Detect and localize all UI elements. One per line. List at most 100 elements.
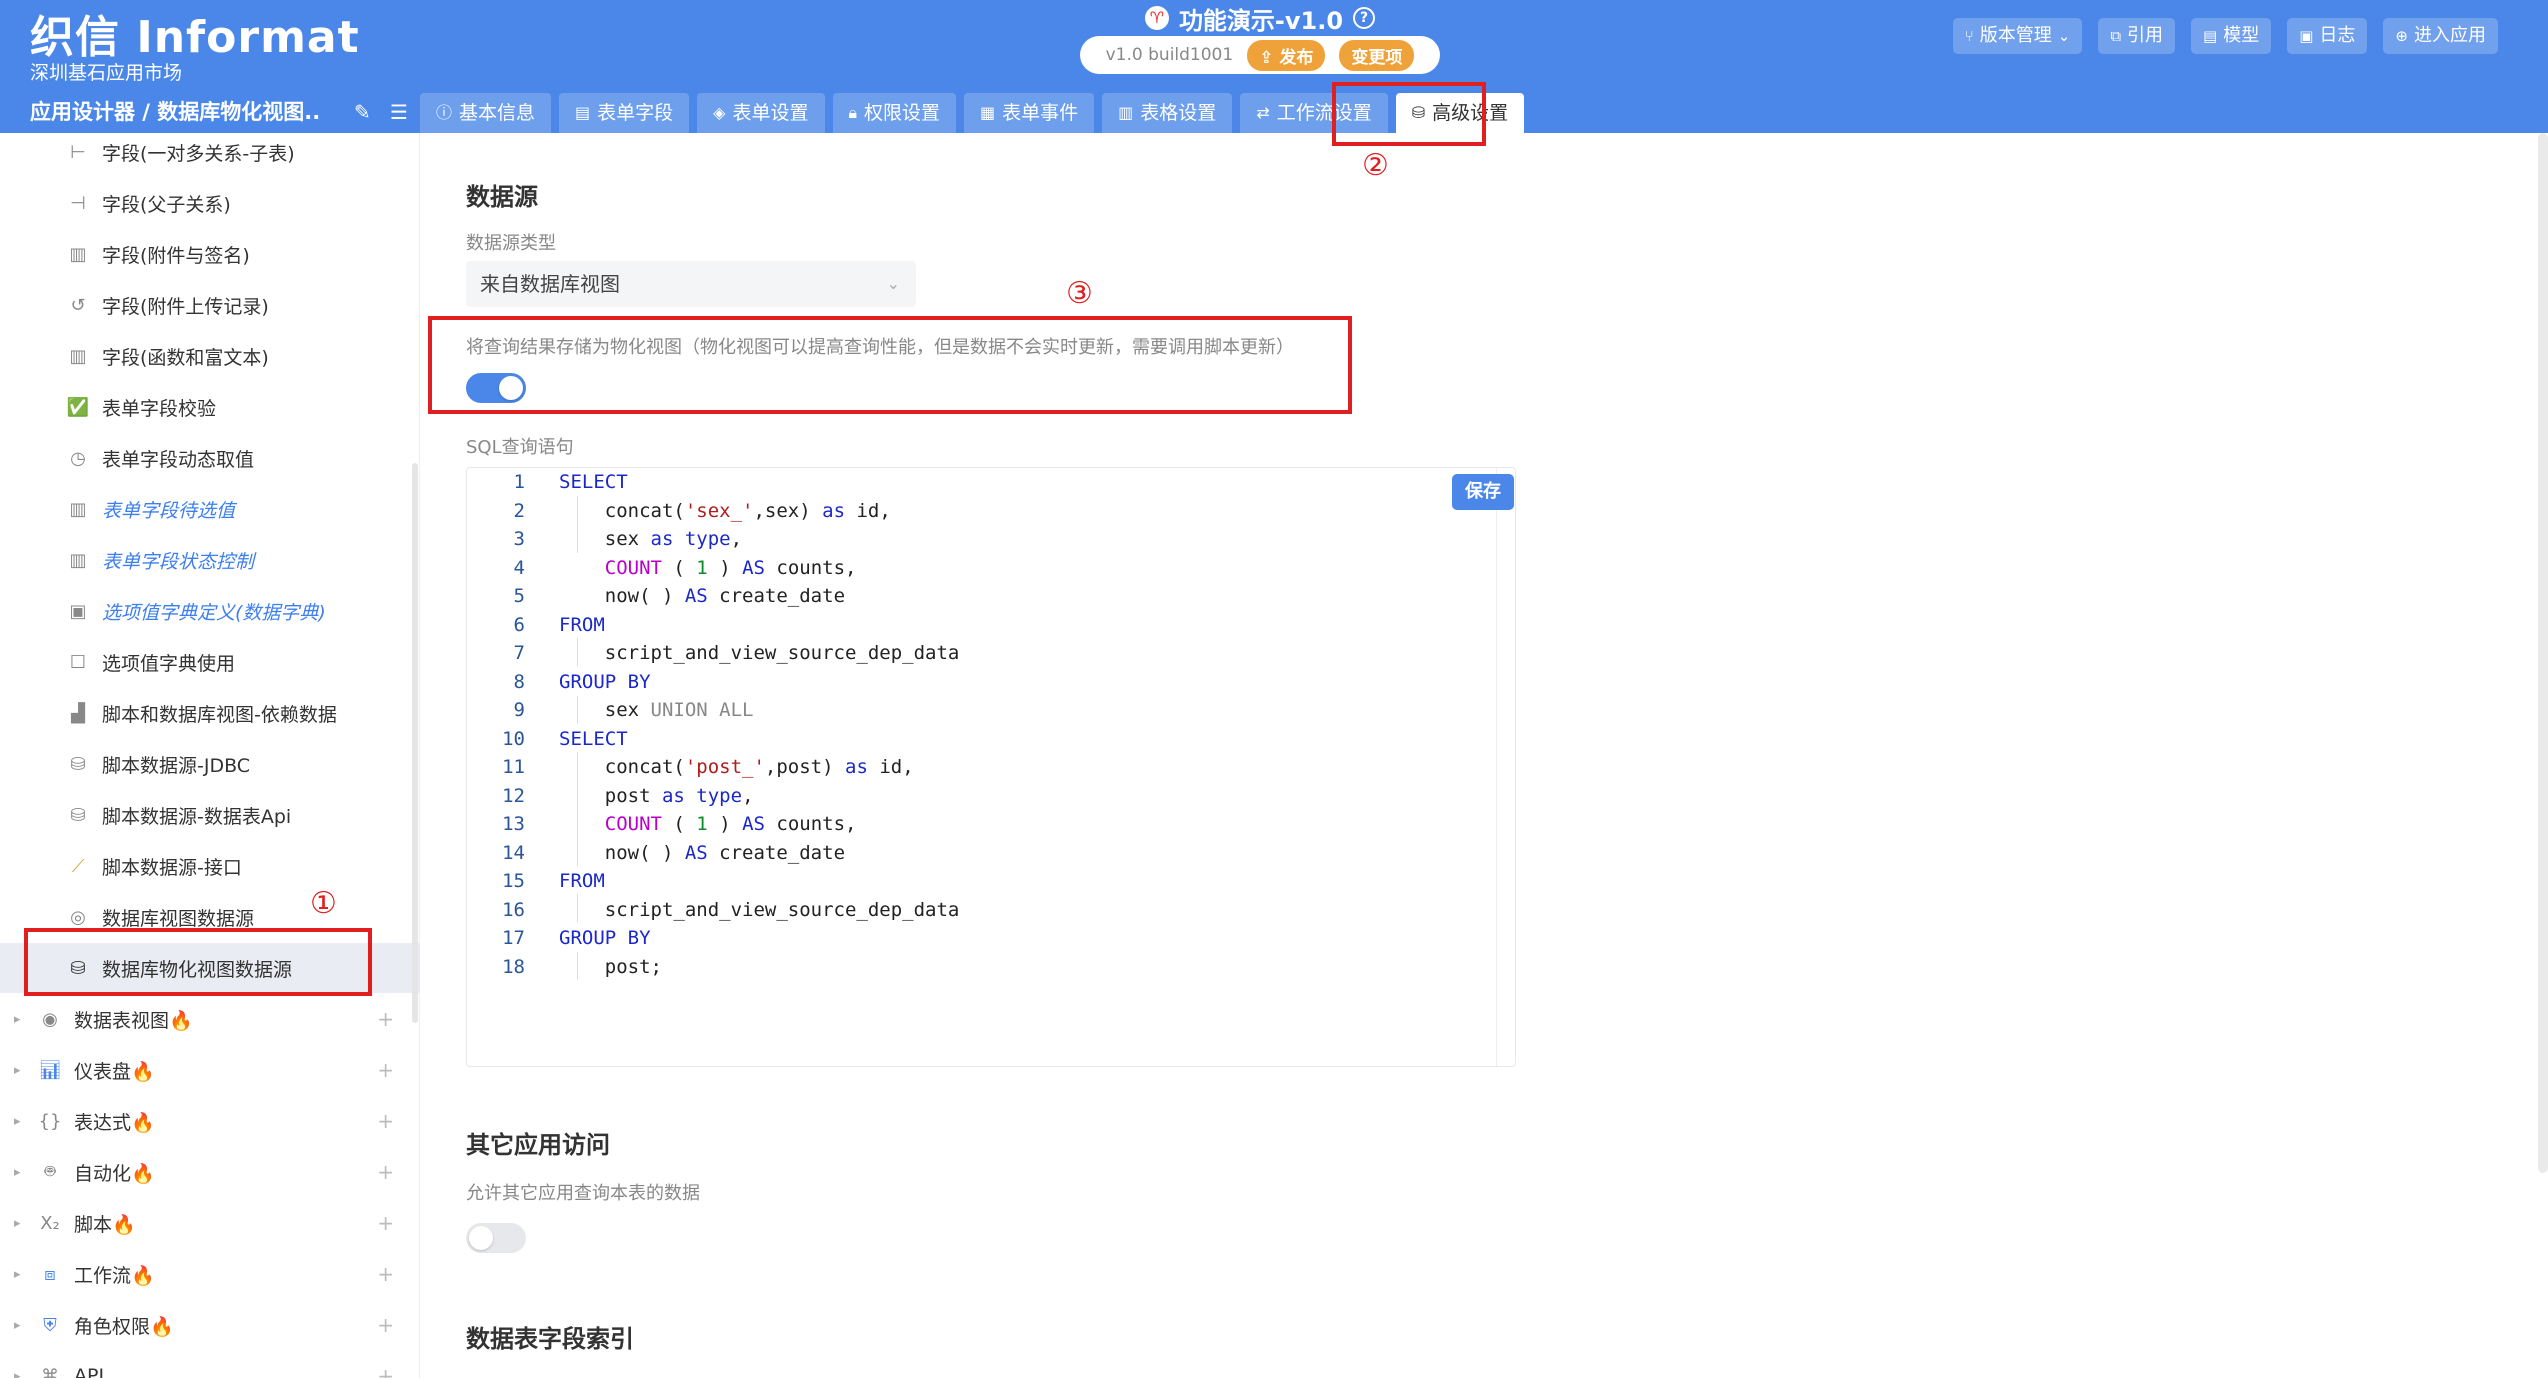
other-access-title: 其它应用访问 [466,1131,610,1159]
shield-icon: ⛨ [43,1314,57,1336]
save-button[interactable]: 保存 [1452,474,1514,510]
add-icon[interactable]: + [377,1313,394,1337]
tab-form-settings[interactable]: ◈ 表单设置 [697,93,825,133]
caret-right-icon: ▸ [14,1215,21,1231]
enter-app-button[interactable]: ⊕ 进入应用 [2383,18,2498,54]
code-line: 12 post as type, [502,784,754,807]
log-icon: ▣ [2299,27,2314,45]
model-icon: ▤ [2203,27,2218,45]
code-line: 17 GROUP BY [502,927,651,949]
edit-icon[interactable]: ✎ [354,100,371,124]
chevron-down-icon: ⌄ [886,274,900,293]
sidebar-group[interactable]: ▸ ⧈ 工作流🔥 + [0,1249,420,1299]
eye-icon: ◎ [70,906,86,928]
sidebar-item[interactable]: ▣ 选项值字典定义(数据字典) [0,586,420,636]
enter-icon: ⊕ [2395,27,2408,45]
sidebar-item[interactable]: ⟋ 脚本数据源-接口 [0,841,420,891]
tab-table-settings[interactable]: ▥ 表格设置 [1102,93,1233,133]
tab-form-events[interactable]: ▦ 表单事件 [964,93,1095,133]
sidebar-item[interactable]: ☐ 选项值字典使用 [0,637,420,687]
code-line: 5 now( ) AS create_date [513,585,846,607]
info-icon: ⓘ [436,103,453,122]
sidebar-item[interactable]: ⛁ 脚本数据源-JDBC [0,739,420,789]
sidebar-group[interactable]: ▸ 🤖︎ 自动化🔥 + [0,1147,420,1197]
publish-button[interactable]: ⇪ 发布 [1247,39,1326,71]
add-icon[interactable]: + [377,1109,394,1133]
add-icon[interactable]: + [377,1058,394,1082]
tab-basic-info[interactable]: ⓘ 基本信息 [420,93,552,133]
braces-icon: {} [38,1110,62,1132]
editor-scrollbar[interactable] [1496,468,1497,1066]
sidebar-item[interactable]: ⊣ 字段(父子关系) [0,178,420,228]
add-icon[interactable]: + [377,1364,394,1378]
page-scrollbar[interactable] [2538,133,2548,1173]
sidebar-item[interactable]: ⊢ 字段(一对多关系-子表) [0,127,420,177]
script-icon: X₂ [40,1212,60,1234]
sidebar-group[interactable]: ▸{} 表达式🔥 + [0,1096,420,1146]
workflow-icon: ⇄ [1256,103,1270,122]
caret-right-icon: ▸ [14,1113,21,1129]
code-line: 14 now( ) AS create_date [502,841,846,864]
sidebar-item[interactable]: ⛁ 脚本数据源-数据表Api [0,790,420,840]
tab-form-fields[interactable]: ▤ 表单字段 [559,93,690,133]
breadcrumb: 应用设计器 / 数据库物化视图... [30,100,320,124]
model-button[interactable]: ▤ 模型 [2191,18,2272,54]
other-access-toggle[interactable] [466,1223,526,1253]
code-line: 13 COUNT ( 1 ) AS counts, [502,813,857,835]
sidebar-group[interactable]: ▸ X₂ 脚本🔥 + [0,1198,420,1248]
hierarchy-icon: ⊣ [70,192,86,214]
sidebar: ⊢ 字段(一对多关系-子表) ⊣ 字段(父子关系) ▥ 字段(附件与签名) ↺ 字段(附… [0,133,420,1378]
caret-right-icon: ▸ [14,1164,21,1180]
app-logo-icon: ♈ [1144,6,1169,30]
list-icon[interactable]: ☰ [390,100,408,124]
api-icon: ⌘ [41,1365,59,1378]
sidebar-item[interactable]: ↺ 字段(附件上传记录) [0,280,420,330]
history-icon: ↺ [70,294,86,316]
sql-editor[interactable]: 1 SELECT 2 concat('sex_',sex) as id, 3 se… [466,467,1516,1067]
lock-icon: 🔒︎ [848,103,858,122]
add-icon[interactable]: + [377,1262,394,1286]
add-icon[interactable]: + [377,1007,394,1031]
toggle-knob [469,1226,493,1250]
table-icon: ▥ [1118,103,1134,122]
caret-right-icon: ▸ [14,1317,21,1333]
version-manage-button[interactable]: ⑂ 版本管理 ⌄ [1952,18,2083,54]
index-title: 数据表字段索引 [466,1325,634,1353]
log-button[interactable]: ▣ 日志 [2287,18,2368,54]
sidebar-item[interactable]: ▥ 表单字段待选值 [0,484,420,534]
sidebar-group[interactable]: ▸ ⌘ API + [0,1351,420,1378]
sidebar-item[interactable]: ▥ 字段(附件与签名) [0,229,420,279]
reference-button[interactable]: ⧉ 引用 [2098,18,2176,54]
sidebar-group[interactable]: ▸ ◉ 数据表视图🔥 + [0,994,420,1044]
add-icon[interactable]: + [377,1160,394,1184]
form-icon: ▤ [575,103,591,122]
sidebar-group[interactable]: ▸ 📊︎ 仪表盘🔥 + [0,1045,420,1095]
sidebar-item[interactable]: ▥ 字段(函数和富文本) [0,331,420,381]
clock-icon: ◷ [70,447,86,469]
sidebar-item[interactable]: ▟ 脚本和数据库视图-依赖数据 [0,688,420,738]
dictionary-icon: ▣ [69,600,87,622]
add-icon[interactable]: + [377,1211,394,1235]
datasource-type-label: 数据源类型 [466,233,556,254]
changes-button[interactable]: 变更项 [1339,39,1415,71]
datasource-type-select[interactable]: 来自数据库视图 ⌄ [466,261,916,307]
check-icon: ✅ [66,396,90,418]
sidebar-scrollbar[interactable] [412,463,418,1023]
dashboard-icon: 📊︎ [38,1059,62,1081]
logo[interactable]: 织信 Informat 深圳基石应用市场 [30,12,360,84]
tab-permissions[interactable]: 🔒︎ 权限设置 [832,93,957,133]
table-icon: ▥ [69,243,87,265]
top-actions: ⑂ 版本管理 ⌄ ⧉ 引用 ▤ 模型 ▣ 日志 ⊕ 进入应用 [1952,18,2498,54]
table-icon: ▥ [69,498,87,520]
sidebar-item[interactable]: ✅ 表单字段校验 [0,382,420,432]
database-icon: ⛁ [70,804,86,826]
annotation-number-2: ② [1362,148,1389,183]
annotation-box-3 [428,316,1352,414]
sidebar-item[interactable]: ◷ 表单字段动态取值 [0,433,420,483]
help-icon[interactable]: ? [1353,7,1376,29]
caret-right-icon: ▸ [14,1062,21,1078]
sidebar-item[interactable]: ▥ 表单字段状态控制 [0,535,420,585]
caret-right-icon: ▸ [14,1368,21,1378]
sidebar-group[interactable]: ▸ ⛨ 角色权限🔥 + [0,1300,420,1350]
app-title: 功能演示-v1.0 [1178,6,1344,35]
